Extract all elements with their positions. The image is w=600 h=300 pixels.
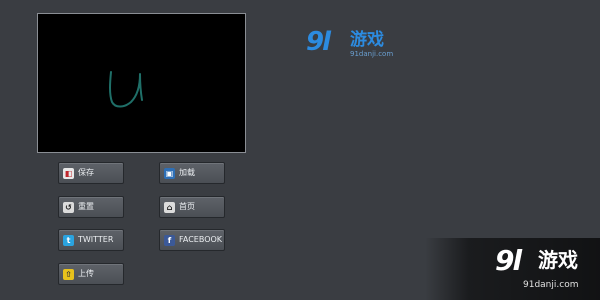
home-icon: ⌂ (164, 201, 175, 213)
upload-button-label: 上传 (78, 269, 94, 278)
logo-url: 91danji.com (350, 50, 394, 58)
reset-icon: ↺ (63, 201, 74, 213)
facebook-icon: f (164, 234, 175, 246)
upload-icon: ⇧ (63, 268, 74, 280)
watermark: 9l 游戏 91danji.com (425, 238, 600, 300)
twitter-icon: t (63, 234, 74, 246)
save-button-label: 保存 (78, 168, 94, 177)
drawing-canvas[interactable] (37, 13, 246, 153)
load-icon: ▣ (164, 167, 175, 179)
reset-button-label: 重置 (78, 202, 94, 211)
load-button-label: 加载 (179, 168, 195, 177)
save-button[interactable]: ◧ 保存 (58, 162, 124, 184)
watermark-name: 游戏 (538, 248, 578, 272)
logo-name: 游戏 (350, 30, 384, 50)
reset-button[interactable]: ↺ 重置 (58, 196, 124, 218)
home-button[interactable]: ⌂ 首页 (159, 196, 225, 218)
site-logo: 9l 游戏 91danji.com (306, 28, 416, 64)
watermark-mark: 9l (495, 244, 522, 277)
load-button[interactable]: ▣ 加载 (159, 162, 225, 184)
facebook-button[interactable]: f FACEBOOK (159, 229, 225, 251)
home-button-label: 首页 (179, 202, 195, 211)
twitter-button[interactable]: t TWITTER (58, 229, 124, 251)
upload-button[interactable]: ⇧ 上传 (58, 263, 124, 285)
sketch-stroke (109, 71, 143, 108)
twitter-button-label: TWITTER (78, 235, 114, 244)
facebook-button-label: FACEBOOK (179, 235, 223, 244)
logo-mark: 9l (306, 27, 331, 57)
watermark-url: 91danji.com (523, 280, 579, 290)
save-icon: ◧ (63, 167, 74, 179)
